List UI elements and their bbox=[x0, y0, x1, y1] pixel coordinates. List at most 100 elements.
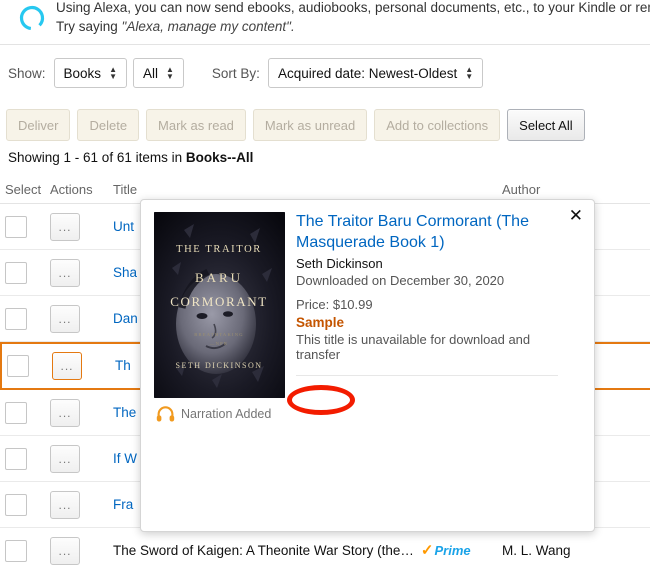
table-row[interactable]: ... The Sword of Kaigen: A Theonite War S… bbox=[0, 528, 650, 573]
row-select-cell bbox=[0, 215, 50, 238]
svg-text:THE TRAITOR: THE TRAITOR bbox=[176, 244, 262, 255]
row-checkbox[interactable] bbox=[5, 307, 27, 330]
header-actions: Actions bbox=[50, 182, 93, 197]
row-actions-button[interactable]: ... bbox=[50, 444, 80, 473]
header-author: Author bbox=[502, 182, 541, 197]
row-title-link[interactable]: If W bbox=[113, 451, 137, 466]
chevron-updown-icon: ▲ ▼ bbox=[166, 65, 174, 81]
row-actions-button[interactable]: ... bbox=[50, 536, 80, 565]
filter-bar: Show: Books ▲ ▼ All ▲ ▼ Sort By: Acquired … bbox=[0, 52, 650, 94]
toolbar-button-delete: Delete bbox=[77, 109, 140, 141]
content-type-select[interactable]: Books ▲ ▼ bbox=[53, 58, 127, 88]
narration-added-badge: Narration Added bbox=[156, 406, 285, 422]
row-actions-button[interactable]: ... bbox=[50, 304, 80, 333]
chevron-updown-icon: ▲ ▼ bbox=[109, 65, 117, 81]
status-select[interactable]: All ▲ ▼ bbox=[132, 58, 184, 88]
alexa-promo-banner: Using Alexa, you can now send ebooks, au… bbox=[0, 0, 650, 45]
book-cover-area: THE TRAITOR BARU CORMORANT BREATHTAKING … bbox=[154, 212, 285, 422]
row-actions-cell: ... bbox=[50, 304, 108, 333]
book-detail-info: The Traitor Baru Cormorant (The Masquera… bbox=[296, 211, 558, 376]
popup-book-author: Seth Dickinson bbox=[296, 256, 383, 271]
results-count-scope: Books--All bbox=[185, 150, 254, 165]
svg-text:BREATHTAKING: BREATHTAKING bbox=[194, 332, 244, 337]
toolbar-button-deliver: Deliver bbox=[6, 109, 71, 141]
svg-text:—NPR: —NPR bbox=[209, 341, 228, 346]
row-checkbox[interactable] bbox=[7, 355, 29, 377]
row-checkbox[interactable] bbox=[5, 539, 27, 562]
toolbar-button-select-all[interactable]: Select All bbox=[507, 109, 585, 141]
results-count: Showing 1 - 61 of 61 items in Books--All bbox=[8, 150, 253, 165]
row-select-cell bbox=[0, 261, 50, 284]
row-select-cell bbox=[0, 539, 50, 562]
popup-divider bbox=[296, 375, 558, 376]
row-actions-button[interactable]: ... bbox=[50, 398, 80, 427]
row-actions-button[interactable]: ... bbox=[50, 212, 80, 241]
svg-text:BARU: BARU bbox=[195, 270, 243, 285]
close-icon[interactable]: ✕ bbox=[569, 208, 583, 225]
prime-badge: ✓ Prime bbox=[421, 541, 471, 559]
alexa-banner-text: Using Alexa, you can now send ebooks, au… bbox=[56, 0, 650, 36]
alexa-ring-icon bbox=[19, 5, 45, 31]
row-title-cell: The Sword of Kaigen: A Theonite War Stor… bbox=[108, 541, 502, 560]
row-checkbox[interactable] bbox=[5, 401, 27, 424]
book-cover-image: THE TRAITOR BARU CORMORANT BREATHTAKING … bbox=[154, 212, 285, 398]
row-checkbox[interactable] bbox=[5, 261, 27, 284]
row-actions-cell: ... bbox=[50, 398, 108, 427]
toolbar-button-mark-as-read: Mark as read bbox=[146, 109, 246, 141]
row-title-link[interactable]: Unt bbox=[113, 219, 134, 234]
toolbar-button-add-to-collections: Add to collections bbox=[374, 109, 501, 141]
row-actions-cell: ... bbox=[52, 352, 110, 380]
row-actions-cell: ... bbox=[50, 444, 108, 473]
status-value: All bbox=[142, 65, 158, 81]
row-actions-button[interactable]: ... bbox=[52, 352, 82, 380]
show-label: Show: bbox=[8, 65, 46, 81]
prime-check-icon: ✓ bbox=[420, 542, 434, 559]
sort-by-label: Sort By: bbox=[211, 65, 260, 81]
results-count-prefix: Showing 1 - 61 of 61 items in bbox=[8, 150, 186, 165]
svg-text:SETH DICKINSON: SETH DICKINSON bbox=[176, 361, 263, 370]
headphones-icon bbox=[156, 406, 175, 422]
book-detail-popup: ✕ THE TRAITOR BARU CORMORANT BREATHTAKIN… bbox=[140, 199, 595, 532]
row-select-cell bbox=[0, 307, 50, 330]
row-title-link[interactable]: Sha bbox=[113, 265, 137, 280]
popup-price: Price: $10.99 bbox=[296, 297, 373, 312]
popup-downloaded-date: Downloaded on December 30, 2020 bbox=[296, 273, 505, 288]
alexa-banner-line2: Try saying "Alexa, manage my content". bbox=[56, 17, 650, 36]
row-checkbox[interactable] bbox=[5, 447, 27, 470]
alexa-banner-quote: "Alexa, manage my content". bbox=[121, 19, 295, 34]
sort-by-select[interactable]: Acquired date: Newest-Oldest ▲ ▼ bbox=[267, 58, 484, 88]
row-select-cell bbox=[0, 447, 50, 470]
row-checkbox[interactable] bbox=[5, 215, 27, 238]
chevron-updown-icon: ▲ ▼ bbox=[465, 65, 474, 81]
popup-unavailable-note: This title is unavailable for download a… bbox=[296, 332, 531, 362]
narration-added-label: Narration Added bbox=[181, 407, 272, 421]
bulk-action-toolbar: Deliver Delete Mark as read Mark as unread A… bbox=[0, 105, 650, 145]
popup-book-title[interactable]: The Traitor Baru Cormorant (The Masquera… bbox=[296, 211, 558, 253]
header-select: Select bbox=[5, 182, 42, 197]
alexa-banner-line2-prefix: Try saying bbox=[56, 19, 122, 34]
row-select-cell bbox=[2, 355, 52, 377]
prime-label: Prime bbox=[434, 542, 471, 558]
row-select-cell bbox=[0, 401, 50, 424]
row-title-link[interactable]: The bbox=[113, 405, 136, 420]
row-author-text: M. L. Wang bbox=[502, 542, 571, 558]
row-title-link[interactable]: Fra bbox=[113, 497, 133, 512]
alexa-banner-line1: Using Alexa, you can now send ebooks, au… bbox=[56, 0, 650, 15]
row-actions-button[interactable]: ... bbox=[50, 490, 80, 519]
content-type-value: Books bbox=[63, 65, 102, 81]
row-actions-cell: ... bbox=[50, 212, 108, 241]
popup-sample-badge: Sample bbox=[296, 315, 345, 330]
row-title-link[interactable]: Dan bbox=[113, 311, 138, 326]
row-actions-button[interactable]: ... bbox=[50, 258, 80, 287]
row-actions-cell: ... bbox=[50, 258, 108, 287]
row-checkbox[interactable] bbox=[5, 493, 27, 516]
svg-text:CORMORANT: CORMORANT bbox=[170, 294, 267, 309]
sort-by-value: Acquired date: Newest-Oldest bbox=[277, 65, 458, 81]
row-author-cell: M. L. Wang bbox=[502, 542, 650, 560]
toolbar-button-mark-as-unread: Mark as unread bbox=[252, 109, 368, 141]
row-select-cell bbox=[0, 493, 50, 516]
row-title-link[interactable]: Th bbox=[115, 358, 131, 373]
header-title: Title bbox=[113, 182, 138, 197]
row-actions-cell: ... bbox=[50, 490, 108, 519]
row-title-link[interactable]: The Sword of Kaigen: A Theonite War Stor… bbox=[113, 543, 414, 558]
